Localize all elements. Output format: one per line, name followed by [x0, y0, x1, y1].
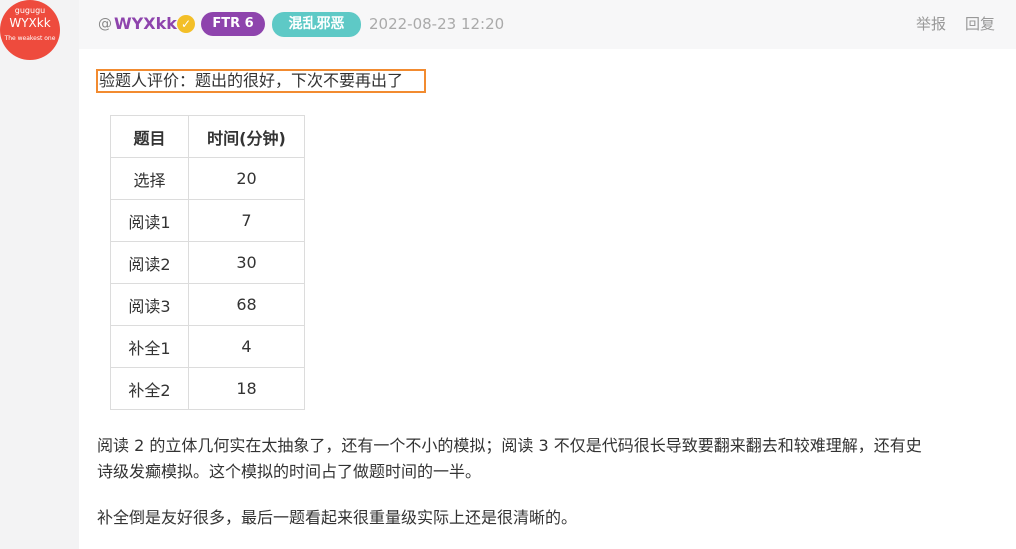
table-row: 阅读2 30	[110, 241, 305, 284]
avatar-top-text: gugugu	[14, 6, 46, 15]
table-cell: 18	[188, 367, 305, 410]
avatar-bottom-text: The weakest one	[4, 35, 56, 42]
paragraph-1-line-1: 阅读 2 的立体几何实在太抽象了，还有一个不小的模拟；阅读 3 不仅是代码很长导…	[97, 436, 922, 455]
level-badge[interactable]: FTR 6	[201, 12, 265, 36]
post-content: 验题人评价：题出的很好，下次不要再出了 题目 时间(分钟) 选择 20 阅读1 …	[79, 49, 1016, 549]
table-row: 补全1 4	[110, 325, 305, 368]
table-header-cell: 题目	[110, 115, 189, 158]
avatar[interactable]: gugugu WYXkk The weakest one	[0, 0, 60, 60]
table-row: 阅读3 68	[110, 283, 305, 326]
table-cell: 30	[188, 241, 305, 284]
table-cell: 阅读3	[110, 283, 189, 326]
table-cell: 阅读1	[110, 199, 189, 242]
highlighted-line: 验题人评价：题出的很好，下次不要再出了	[96, 69, 426, 93]
report-button[interactable]: 举报	[916, 13, 946, 34]
time-table: 题目 时间(分钟) 选择 20 阅读1 7 阅读2 30 阅读3 68 补全1	[110, 115, 305, 410]
table-cell: 选择	[110, 157, 189, 200]
post-header: @ WYXkk ✓ FTR 6 混乱邪恶 2022-08-23 12:20 举报…	[79, 0, 1016, 49]
table-row: 选择 20	[110, 157, 305, 200]
paragraph-1: 阅读 2 的立体几何实在太抽象了，还有一个不小的模拟；阅读 3 不仅是代码很长导…	[97, 433, 997, 485]
table-cell: 4	[188, 325, 305, 368]
table-row: 补全2 18	[110, 367, 305, 410]
table-cell: 补全2	[110, 367, 189, 410]
table-cell: 68	[188, 283, 305, 326]
post-timestamp: 2022-08-23 12:20	[369, 15, 505, 33]
left-avatar-column: gugugu WYXkk The weakest one	[0, 0, 79, 549]
table-header-row: 题目 时间(分钟)	[110, 115, 305, 158]
avatar-name: WYXkk	[9, 16, 51, 30]
check-badge-icon: ✓	[177, 15, 195, 33]
paragraph-2: 补全倒是友好很多，最后一题看起来很重量级实际上还是很清晰的。	[97, 508, 578, 527]
username-link[interactable]: WYXkk	[114, 14, 177, 33]
paragraph-1-line-2: 诗级发癫模拟。这个模拟的时间占了做题时间的一半。	[97, 462, 482, 481]
tag-badge: 混乱邪恶	[272, 12, 361, 37]
reply-button[interactable]: 回复	[965, 13, 995, 34]
table-header-cell: 时间(分钟)	[188, 115, 305, 158]
table-cell: 7	[188, 199, 305, 242]
table-cell: 20	[188, 157, 305, 200]
table-cell: 阅读2	[110, 241, 189, 284]
at-symbol: @	[98, 16, 112, 32]
table-cell: 补全1	[110, 325, 189, 368]
table-row: 阅读1 7	[110, 199, 305, 242]
